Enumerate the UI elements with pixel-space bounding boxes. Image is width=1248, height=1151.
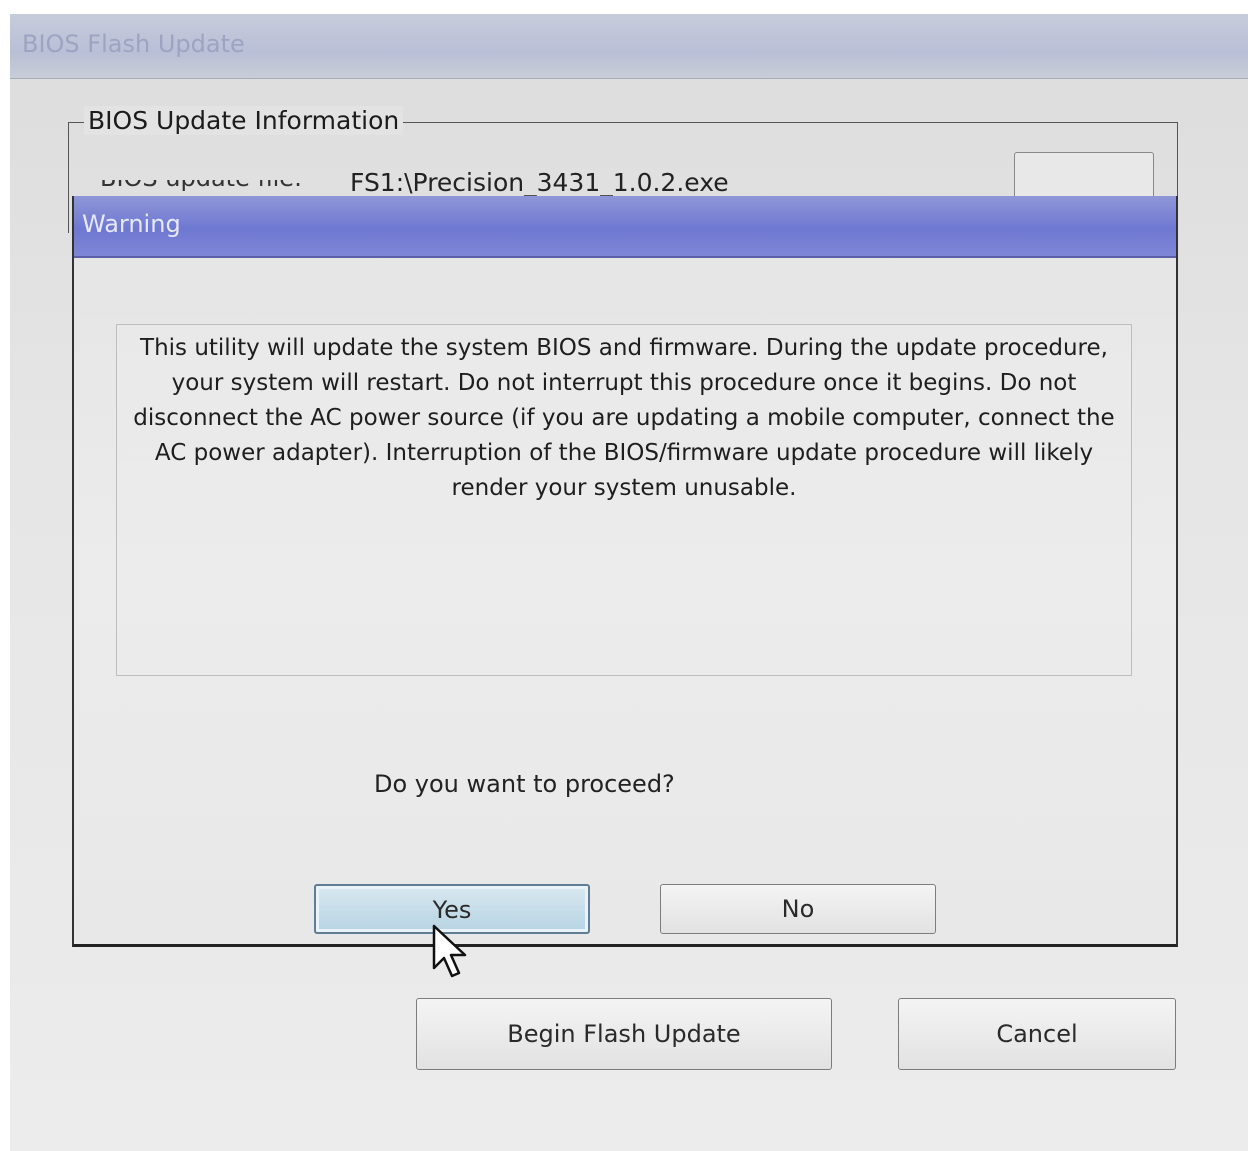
warning-message: This utility will update the system BIOS… — [133, 335, 1115, 501]
browse-button[interactable] — [1014, 152, 1154, 197]
cancel-button[interactable]: Cancel — [898, 998, 1176, 1070]
warning-titlebar: Warning — [74, 196, 1176, 258]
bios-update-info-title: BIOS Update Information — [84, 106, 404, 135]
warning-dialog: Warning This utility will update the sys… — [72, 196, 1178, 947]
bios-update-file-label: BIOS update file: — [100, 180, 340, 192]
main-titlebar: BIOS Flash Update — [10, 14, 1248, 79]
main-window-title: BIOS Flash Update — [22, 30, 245, 58]
bios-update-file-value: FS1:\Precision_3431_1.0.2.exe — [350, 168, 729, 197]
no-button[interactable]: No — [660, 884, 936, 934]
warning-message-box: This utility will update the system BIOS… — [116, 324, 1132, 676]
proceed-question: Do you want to proceed? — [374, 770, 675, 798]
begin-flash-update-button[interactable]: Begin Flash Update — [416, 998, 832, 1070]
warning-title: Warning — [82, 210, 181, 238]
mouse-pointer-icon — [432, 924, 467, 978]
